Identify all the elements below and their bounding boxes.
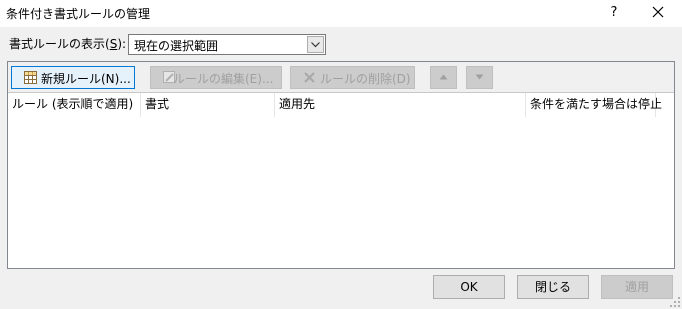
delete-rule-button[interactable]: ルールの削除(D) [290, 66, 415, 89]
window-title: 条件付き書式ルールの管理 [6, 7, 151, 21]
new-rule-icon [24, 71, 37, 84]
apply-button[interactable]: 適用 [601, 275, 673, 299]
column-stop-if-true[interactable]: 条件を満たす場合は停止 [526, 93, 662, 117]
edit-rule-label: ルールの編集(E)... [173, 72, 274, 86]
dropdown-arrow-button[interactable] [307, 36, 324, 53]
rules-list[interactable] [8, 117, 674, 268]
delete-rule-label: ルールの削除(D) [320, 72, 411, 86]
title-bar: 条件付き書式ルールの管理 ? [0, 0, 682, 27]
column-applies-to[interactable]: 適用先 [275, 93, 526, 117]
help-button[interactable]: ? [602, 3, 626, 23]
delete-icon [304, 72, 315, 83]
edit-rule-button[interactable]: ルールの編集(E)... [150, 66, 282, 89]
new-rule-button[interactable]: 新規ルール(N)... [11, 66, 135, 89]
new-rule-label: 新規ルール(N)... [41, 72, 131, 86]
arrow-up-icon [439, 74, 448, 80]
chevron-down-icon [311, 42, 320, 48]
close-button[interactable] [646, 3, 670, 23]
close-dialog-button[interactable]: 閉じる [517, 275, 589, 299]
rules-column-header: ルール (表示順で適用) 書式 適用先 条件を満たす場合は停止 [8, 93, 674, 117]
scope-dropdown[interactable]: 現在の選択範囲 [128, 34, 326, 55]
resize-grip-icon[interactable] [670, 297, 680, 307]
rules-panel: 新規ルール(N)... ルールの編集(E)... ルールの削除(D) ルール (… [7, 61, 675, 269]
column-rule[interactable]: ルール (表示順で適用) [8, 93, 141, 117]
scope-label: 書式ルールの表示(S): [9, 37, 127, 51]
column-format[interactable]: 書式 [141, 93, 275, 117]
move-up-button[interactable] [430, 66, 457, 89]
scope-dropdown-value: 現在の選択範囲 [134, 39, 219, 53]
rules-toolbar: 新規ルール(N)... ルールの編集(E)... ルールの削除(D) [8, 62, 674, 93]
ok-button[interactable]: OK [433, 275, 505, 299]
conditional-format-rules-dialog: 条件付き書式ルールの管理 ? 書式ルールの表示(S): 現在の選択範囲 新規ルー… [0, 0, 682, 309]
arrow-down-icon [475, 74, 484, 80]
move-down-button[interactable] [466, 66, 493, 89]
close-icon [652, 6, 664, 18]
